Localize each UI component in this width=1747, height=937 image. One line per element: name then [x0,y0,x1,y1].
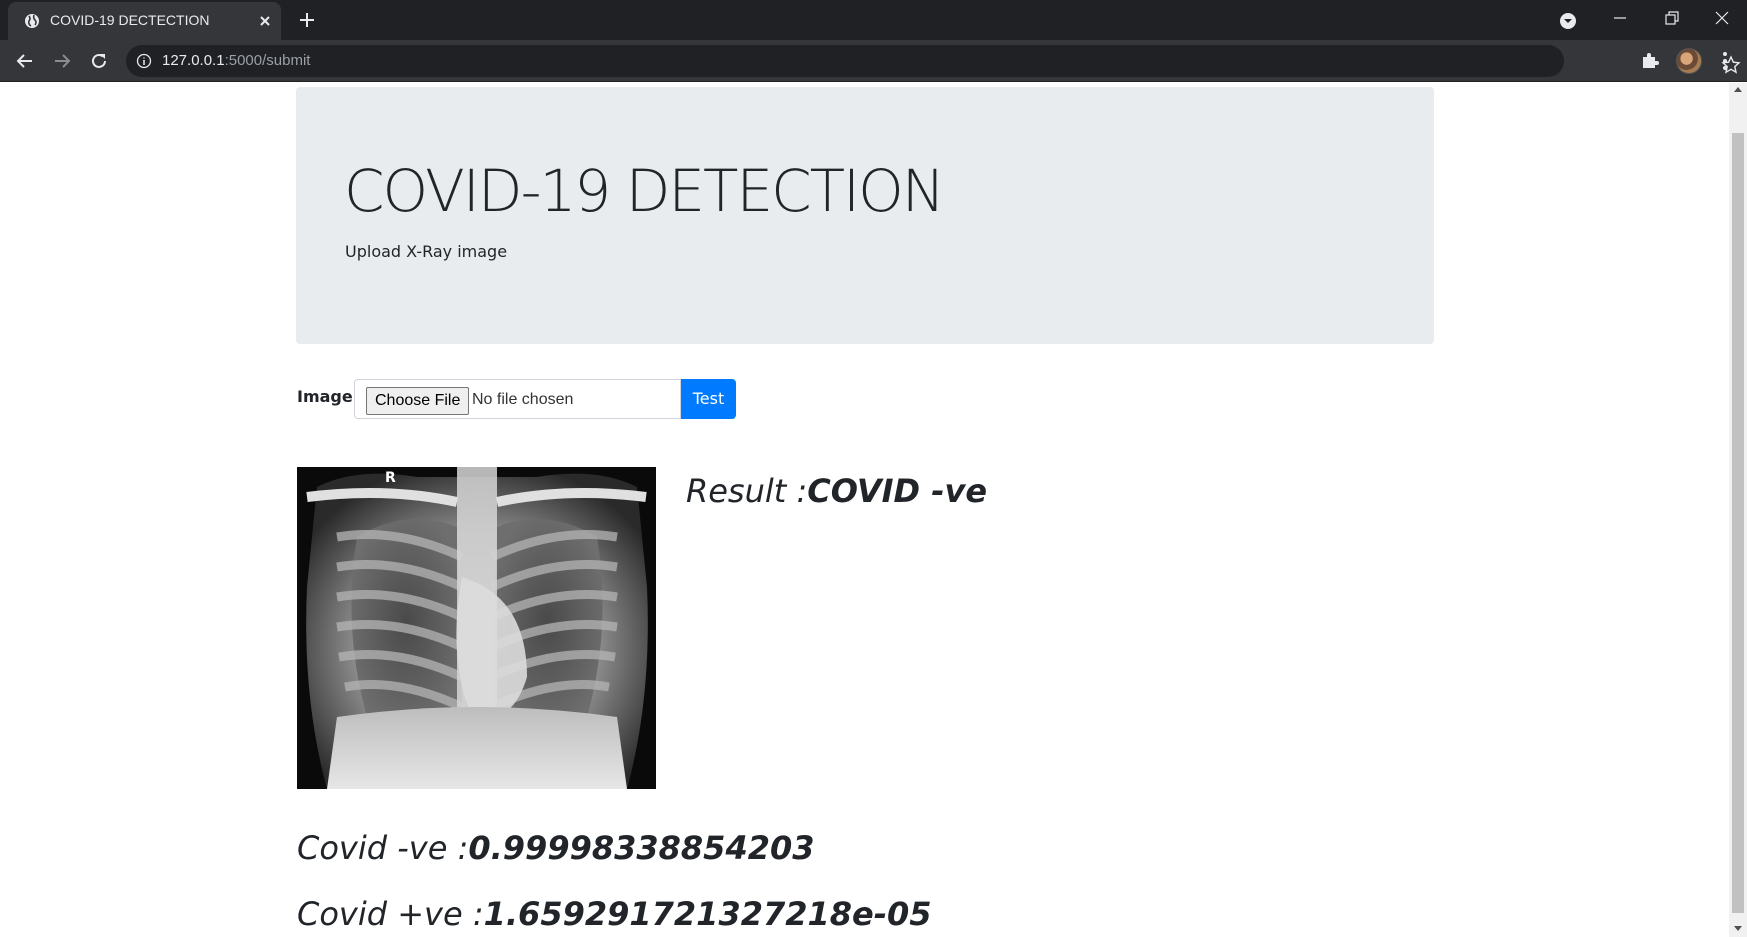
xray-image: R [297,467,656,789]
test-button[interactable]: Test [681,379,736,419]
back-arrow-icon[interactable] [14,50,36,72]
minimize-icon[interactable] [1612,10,1628,26]
browser-tabstrip: COVID-19 DECTECTION [0,0,1747,40]
covid-negative-probability: Covid -ve :0.99998338854203 [297,829,815,867]
result-line: Result :COVID -ve [686,472,987,510]
profile-avatar[interactable] [1676,48,1702,74]
page-viewport: COVID-19 DETECTION Upload X-Ray image Im… [0,83,1729,937]
positive-label: Covid +ve : [297,895,484,933]
reload-icon[interactable] [88,50,110,72]
address-bar[interactable]: 127.0.0.1:5000/submit [126,45,1741,77]
negative-value: 0.99998338854203 [468,829,815,867]
xray-r-marker: R [385,470,396,486]
window-close-icon[interactable] [1714,10,1730,26]
tab-title: COVID-19 DECTECTION [50,12,210,28]
info-icon[interactable] [136,53,152,69]
browser-toolbar: 127.0.0.1:5000/submit [0,40,1747,82]
restore-icon[interactable] [1664,10,1680,26]
positive-value: 1.659291721327218e-05 [483,895,932,933]
extensions-puzzle-icon[interactable] [1640,50,1660,70]
page-title: COVID-19 DETECTION [344,157,945,225]
scroll-up-arrow-icon[interactable] [1734,87,1742,92]
scroll-down-arrow-icon[interactable] [1734,926,1742,931]
url-text[interactable]: 127.0.0.1:5000/submit [162,52,310,69]
scrollbar-thumb[interactable] [1732,133,1744,913]
close-tab-icon[interactable] [257,13,273,29]
url-path: :5000/submit [224,52,311,69]
vertical-scrollbar[interactable] [1729,83,1747,937]
forward-arrow-icon[interactable] [51,50,73,72]
result-value: COVID -ve [807,472,988,510]
url-host: 127.0.0.1 [162,52,225,69]
globe-icon [25,14,39,28]
file-input[interactable]: Choose File No file chosen [354,379,681,419]
result-label: Result : [686,472,808,510]
page-subtitle: Upload X-Ray image [345,242,508,261]
browser-tab[interactable]: COVID-19 DECTECTION [8,2,281,40]
negative-label: Covid -ve : [297,829,469,867]
header-jumbotron: COVID-19 DETECTION Upload X-Ray image [296,87,1434,344]
tab-search-icon[interactable] [1559,12,1577,30]
no-file-text: No file chosen [472,391,574,408]
covid-positive-probability: Covid +ve :1.659291721327218e-05 [297,895,932,933]
choose-file-button[interactable]: Choose File [366,387,470,415]
new-tab-icon[interactable] [297,10,317,30]
chest-xray-illustration: R [297,467,656,789]
kebab-menu-icon[interactable] [1718,50,1732,72]
